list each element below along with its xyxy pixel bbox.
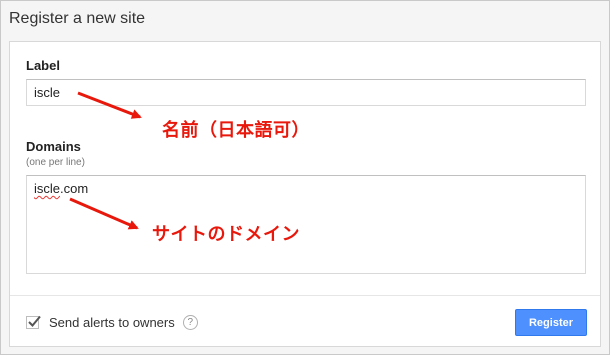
label-input[interactable]	[26, 79, 586, 106]
footer-divider	[10, 295, 600, 296]
domains-field-hint: (one per line)	[26, 157, 85, 168]
domains-textarea[interactable]: iscle.com	[26, 175, 586, 274]
send-alerts-row: Send alerts to owners ?	[26, 313, 198, 331]
help-icon[interactable]: ?	[182, 314, 198, 330]
domains-value-rest: .com	[60, 181, 89, 196]
dialog-title: Register a new site	[9, 10, 146, 27]
misspelled-word: iscle	[34, 181, 61, 196]
label-field-heading: Label	[26, 58, 60, 73]
domains-field-heading: Domains	[26, 139, 81, 154]
label-annotation-text: 名前（日本語可）	[162, 120, 310, 141]
send-alerts-label[interactable]: Send alerts to owners	[49, 315, 175, 330]
send-alerts-checkbox[interactable]	[26, 315, 41, 329]
checkmark-icon	[28, 315, 41, 327]
domains-annotation-text: サイトのドメイン	[152, 224, 300, 245]
register-site-dialog: Register a new site Label Domains (one p…	[0, 0, 610, 355]
register-button[interactable]: Register	[515, 309, 587, 336]
register-form: Label Domains (one per line) iscle.com S…	[9, 41, 601, 347]
